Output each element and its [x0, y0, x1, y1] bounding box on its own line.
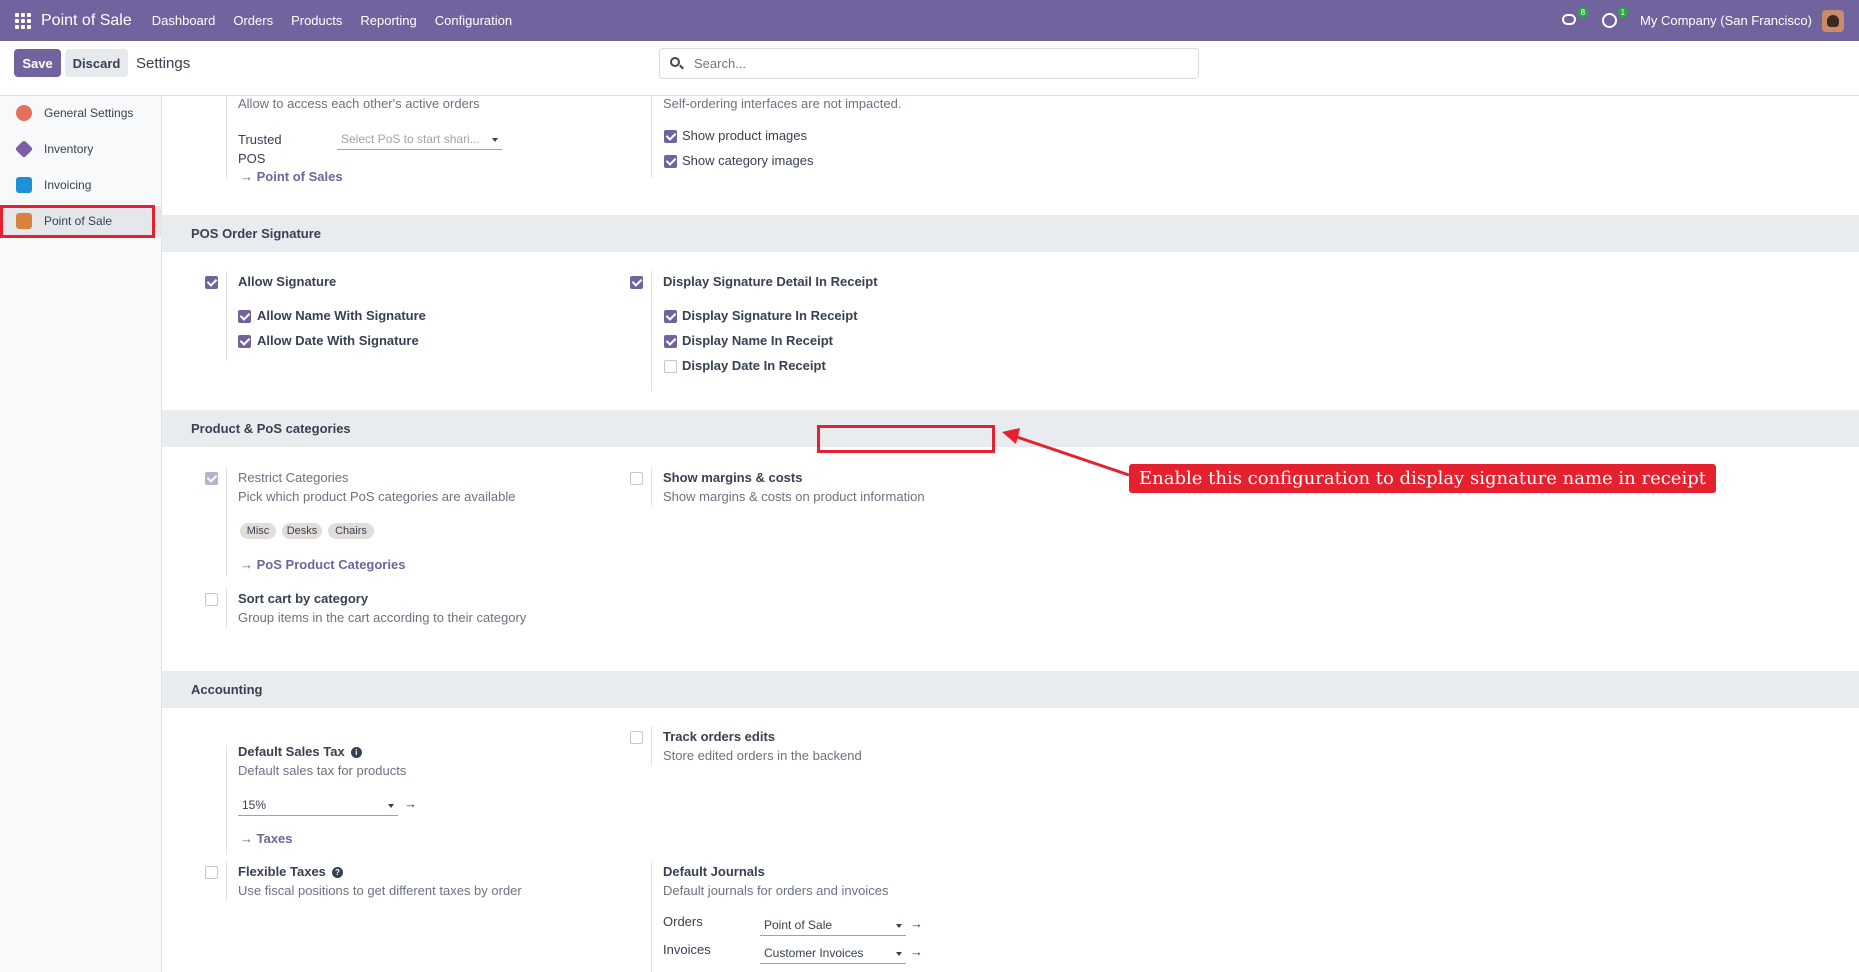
- sidebar-item-inventory[interactable]: Inventory: [0, 134, 162, 164]
- search-input[interactable]: [694, 56, 1174, 71]
- invoices-journal-select[interactable]: Customer Invoices: [760, 942, 906, 964]
- display-signature-label: Display Signature In Receipt: [682, 308, 858, 323]
- open-orders-journal-arrow-icon[interactable]: →: [910, 916, 923, 931]
- flexible-taxes-label: Flexible Taxes?: [238, 864, 343, 879]
- category-tag-misc[interactable]: Misc: [240, 523, 276, 539]
- restrict-categories-description: Pick which product PoS categories are av…: [238, 489, 516, 504]
- taxes-link[interactable]: → Taxes: [240, 831, 293, 846]
- display-signature-checkbox[interactable]: [664, 310, 677, 323]
- settings-content: Allow to access each other's active orde…: [162, 96, 1859, 972]
- sidebar-highlight-box: [0, 205, 155, 238]
- save-button[interactable]: Save: [14, 49, 61, 77]
- messages-badge: 8: [1577, 6, 1589, 18]
- menu-dashboard[interactable]: Dashboard: [152, 13, 216, 28]
- info-icon[interactable]: i: [350, 747, 362, 758]
- top-navbar: Point of Sale Dashboard Orders Products …: [0, 0, 1859, 41]
- page-title: Settings: [136, 55, 191, 72]
- orders-journal-label: Orders: [663, 914, 703, 929]
- sidebar-item-general-settings[interactable]: General Settings: [0, 98, 162, 128]
- display-detail-checkbox[interactable]: [630, 276, 643, 289]
- menu-orders[interactable]: Orders: [233, 13, 273, 28]
- app-brand[interactable]: Point of Sale: [41, 12, 132, 30]
- annotation-callout: Enable this configuration to display sig…: [1129, 464, 1716, 493]
- display-date-checkbox[interactable]: [664, 360, 677, 373]
- sidebar-item-label: Inventory: [44, 142, 94, 156]
- allow-signature-label: Allow Signature: [238, 274, 337, 289]
- chevron-down-icon: [896, 952, 902, 956]
- show-product-images-checkbox[interactable]: [664, 130, 677, 143]
- flexible-taxes-description: Use fiscal positions to get different ta…: [238, 883, 522, 898]
- accounting-section-header: Accounting: [162, 671, 1859, 708]
- inventory-icon: [14, 139, 34, 159]
- allow-name-label: Allow Name With Signature: [257, 308, 426, 323]
- show-product-images-label: Show product images: [682, 128, 808, 143]
- sidebar-item-label: Invoicing: [44, 178, 92, 192]
- menu-products[interactable]: Products: [291, 13, 342, 28]
- display-name-checkbox[interactable]: [664, 335, 677, 348]
- control-panel: Save Discard Settings: [0, 41, 1859, 96]
- default-sales-tax-label: Default Sales Tax i: [238, 744, 362, 759]
- show-margins-description: Show margins & costs on product informat…: [663, 489, 925, 504]
- track-orders-edits-label: Track orders edits: [663, 729, 775, 744]
- display-detail-label: Display Signature Detail In Receipt: [663, 274, 878, 289]
- point-of-sales-link[interactable]: → Point of Sales: [240, 169, 343, 184]
- category-tag-chairs[interactable]: Chairs: [328, 523, 374, 539]
- self-order-note: Self-ordering interfaces are not impacte…: [663, 96, 902, 111]
- search-bar[interactable]: [659, 48, 1199, 79]
- allow-date-label: Allow Date With Signature: [257, 333, 419, 348]
- annotation-arrow: [1002, 428, 1130, 477]
- default-sales-tax-select[interactable]: 15%: [238, 794, 398, 816]
- restrict-categories-checkbox[interactable]: [205, 472, 218, 485]
- sort-cart-description: Group items in the cart according to the…: [238, 610, 527, 625]
- shared-orders-description: Allow to access each other's active orde…: [238, 96, 480, 111]
- signature-section-header: POS Order Signature: [162, 215, 1859, 252]
- activities-badge: 1: [1617, 6, 1629, 18]
- allow-date-checkbox[interactable]: [238, 335, 251, 348]
- search-icon: [670, 56, 684, 71]
- sort-cart-label: Sort cart by category: [238, 591, 369, 606]
- chevron-down-icon: [896, 924, 902, 928]
- chevron-down-icon: [492, 138, 498, 142]
- sidebar-item-label: General Settings: [44, 106, 134, 120]
- chevron-down-icon: [388, 804, 394, 808]
- discard-button[interactable]: Discard: [65, 49, 128, 77]
- track-orders-edits-checkbox[interactable]: [630, 731, 643, 744]
- show-category-images-label: Show category images: [682, 153, 814, 168]
- category-tag-desks[interactable]: Desks: [282, 523, 322, 539]
- trusted-pos-label: Trusted POS: [238, 132, 282, 166]
- general-settings-icon: [16, 105, 32, 121]
- show-margins-label: Show margins & costs: [663, 470, 803, 485]
- company-switcher[interactable]: My Company (San Francisco): [1640, 13, 1812, 28]
- menu-configuration[interactable]: Configuration: [435, 13, 512, 28]
- flexible-taxes-checkbox[interactable]: [205, 866, 218, 879]
- display-name-label: Display Name In Receipt: [682, 333, 833, 348]
- default-journals-label: Default Journals: [663, 864, 765, 879]
- sidebar-item-invoicing[interactable]: Invoicing: [0, 170, 162, 200]
- display-date-label: Display Date In Receipt: [682, 358, 826, 373]
- default-sales-tax-description: Default sales tax for products: [238, 763, 407, 778]
- default-journals-description: Default journals for orders and invoices: [663, 883, 889, 898]
- allow-name-checkbox[interactable]: [238, 310, 251, 323]
- user-avatar[interactable]: [1822, 9, 1844, 32]
- allow-signature-checkbox[interactable]: [205, 276, 218, 289]
- trusted-pos-select[interactable]: Select PoS to start shari...: [337, 128, 502, 150]
- orders-journal-select[interactable]: Point of Sale: [760, 914, 906, 936]
- messages-icon[interactable]: 8: [1560, 6, 1589, 31]
- display-name-highlight-box: [817, 425, 995, 453]
- help-icon[interactable]: ?: [331, 867, 343, 878]
- sort-cart-checkbox[interactable]: [205, 593, 218, 606]
- track-orders-edits-description: Store edited orders in the backend: [663, 748, 862, 763]
- pos-product-categories-link[interactable]: → PoS Product Categories: [240, 557, 405, 572]
- activities-clock-icon[interactable]: 1: [1600, 6, 1629, 31]
- invoicing-icon: [16, 177, 32, 193]
- restrict-categories-label: Restrict Categories: [238, 470, 349, 485]
- show-margins-checkbox[interactable]: [630, 472, 643, 485]
- menu-reporting[interactable]: Reporting: [360, 13, 416, 28]
- invoices-journal-label: Invoices: [663, 942, 711, 957]
- show-category-images-checkbox[interactable]: [664, 155, 677, 168]
- app-grid-icon[interactable]: [15, 12, 31, 29]
- open-invoices-journal-arrow-icon[interactable]: →: [910, 944, 923, 959]
- open-tax-arrow-icon[interactable]: →: [404, 796, 417, 811]
